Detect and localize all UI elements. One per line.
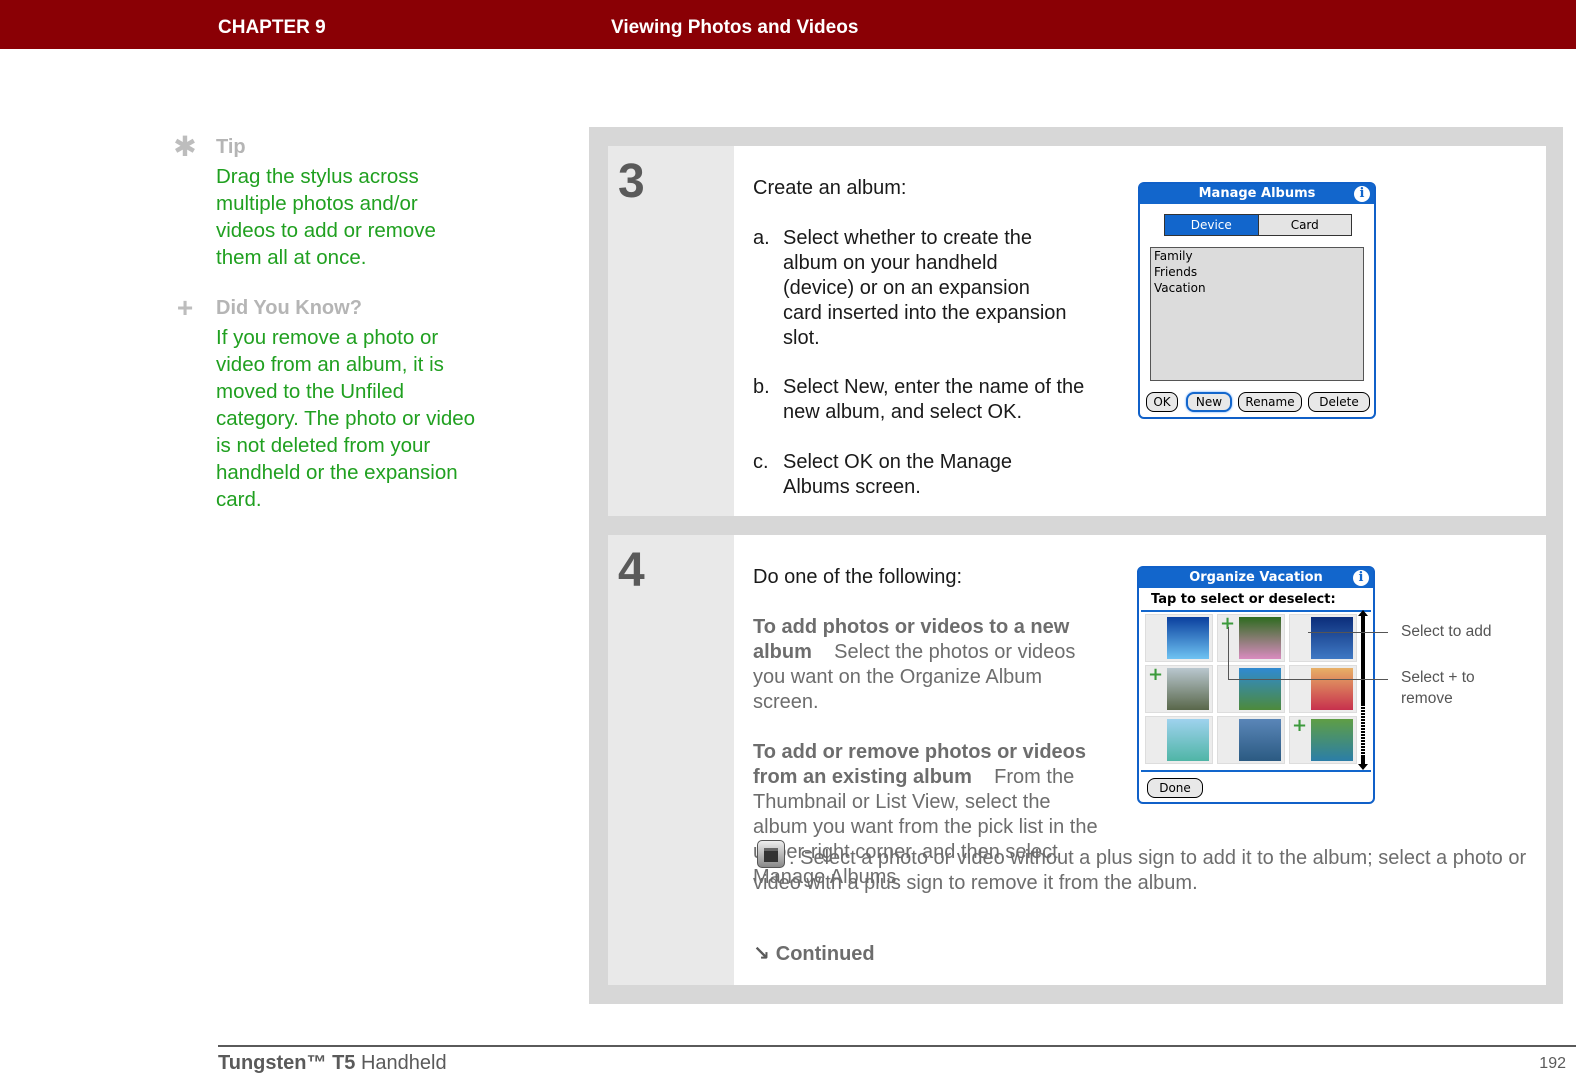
photo-thumbnail[interactable]: [1239, 719, 1281, 761]
thumbnail-cell[interactable]: [1145, 716, 1213, 764]
step-number: 4: [618, 544, 645, 597]
info-icon[interactable]: i: [1354, 186, 1370, 202]
step-number-column: 3: [608, 146, 734, 516]
did-you-know-heading: Did You Know?: [216, 297, 362, 319]
list-marker: b.: [753, 376, 770, 398]
step-4: 4 Do one of the following: To add photos…: [608, 535, 1546, 985]
photo-thumbnail[interactable]: [1167, 617, 1209, 659]
album-item[interactable]: Friends: [1151, 264, 1363, 280]
screen-title: Organize Vacation: [1139, 568, 1373, 588]
arrow-down-right-icon: ↘: [753, 943, 770, 965]
tab-card[interactable]: Card: [1257, 215, 1351, 235]
footer-rule: [218, 1045, 1576, 1047]
option-text-part: . Select a photo or video without a plus…: [753, 847, 1527, 894]
page-number: 192: [1539, 1055, 1566, 1072]
option-new-album: To add photos or videos to a new album S…: [753, 615, 1108, 715]
photo-thumbnail[interactable]: [1239, 668, 1281, 710]
list-text: Select New, enter the name of the new al…: [783, 376, 1085, 423]
storage-toggle: Device Card: [1164, 214, 1352, 236]
thumbnail-cell[interactable]: +: [1289, 716, 1357, 764]
photo-thumbnail[interactable]: [1311, 668, 1353, 710]
callout-select-to-add: Select to add: [1401, 623, 1492, 640]
footer-product: Tungsten™ T5 Handheld: [218, 1052, 447, 1074]
screen-footer: [1141, 770, 1371, 772]
thumbnail-cell[interactable]: [1289, 614, 1357, 662]
callout-select-plus-to-remove: Select + to remove: [1401, 669, 1475, 707]
manage-albums-icon: [757, 840, 785, 868]
new-button[interactable]: New: [1186, 392, 1232, 412]
tip-block: ✱ Tip Drag the stylus across multiple ph…: [172, 131, 472, 276]
did-you-know-block: + Did You Know? If you remove a photo or…: [172, 292, 475, 517]
chapter-header: CHAPTER 9 Viewing Photos and Videos: [0, 0, 1576, 49]
done-button[interactable]: Done: [1147, 778, 1203, 798]
screen-title: Manage Albums: [1140, 184, 1374, 204]
thumbnail-grid: + + +: [1145, 614, 1361, 766]
album-item[interactable]: Vacation: [1151, 280, 1363, 296]
callout-line-add: [1308, 632, 1388, 633]
steps-panel: 3 Create an album: a. Select whether to …: [589, 127, 1563, 1004]
organize-album-screen: Organize Vacation i Tap to select or des…: [1137, 566, 1375, 804]
list-marker: a.: [753, 227, 770, 249]
continued-label: ↘ Continued: [753, 943, 875, 965]
step-number: 3: [618, 155, 645, 208]
plus-icon: +: [176, 292, 194, 323]
callout-line-remove: [1228, 679, 1388, 680]
screen-subtitle: Tap to select or deselect:: [1141, 590, 1371, 612]
callout-line-remove-vertical: [1228, 627, 1229, 679]
info-icon[interactable]: i: [1353, 570, 1369, 586]
album-item[interactable]: Family: [1151, 248, 1363, 264]
thumbnail-cell[interactable]: [1217, 716, 1285, 764]
thumbnail-cell[interactable]: [1145, 614, 1213, 662]
option-existing-album-continued: . Select a photo or video without a plus…: [753, 840, 1528, 896]
step-intro: Create an album:: [753, 177, 907, 199]
list-marker: c.: [753, 451, 769, 473]
album-list: Family Friends Vacation: [1150, 247, 1364, 381]
scroll-up-icon[interactable]: [1358, 610, 1368, 616]
scroll-track[interactable]: [1361, 704, 1365, 756]
did-you-know-body: If you remove a photo or video from an a…: [216, 326, 476, 511]
in-album-plus-icon: +: [1292, 715, 1308, 736]
asterisk-icon: ✱: [173, 131, 197, 162]
photo-thumbnail[interactable]: [1311, 617, 1353, 659]
in-album-plus-icon: +: [1148, 664, 1164, 685]
photo-thumbnail[interactable]: [1239, 617, 1281, 659]
chapter-label: CHAPTER 9: [218, 17, 326, 38]
thumbnail-cell[interactable]: [1289, 665, 1357, 713]
step-3: 3 Create an album: a. Select whether to …: [608, 146, 1546, 516]
tab-device[interactable]: Device: [1165, 215, 1258, 235]
step-number-column: 4: [608, 535, 734, 985]
in-album-plus-icon: +: [1220, 613, 1236, 634]
delete-button[interactable]: Delete: [1308, 392, 1370, 412]
step-intro: Do one of the following:: [753, 566, 963, 588]
scrollbar[interactable]: [1358, 610, 1368, 770]
ok-button[interactable]: OK: [1146, 392, 1178, 412]
manage-albums-screen: Manage Albums i Device Card Family Frien…: [1138, 182, 1376, 419]
photo-thumbnail[interactable]: [1167, 668, 1209, 710]
tip-body: Drag the stylus across multiple photos a…: [216, 165, 436, 269]
photo-thumbnail[interactable]: [1311, 719, 1353, 761]
rename-button[interactable]: Rename: [1238, 392, 1302, 412]
tip-heading: Tip: [216, 136, 246, 158]
list-text: Select whether to create the album on yo…: [783, 227, 1067, 349]
photo-thumbnail[interactable]: [1167, 719, 1209, 761]
thumbnail-cell[interactable]: +: [1145, 665, 1213, 713]
list-text: Select OK on the Manage Albums screen.: [783, 451, 1013, 498]
chapter-title: Viewing Photos and Videos: [611, 17, 859, 38]
